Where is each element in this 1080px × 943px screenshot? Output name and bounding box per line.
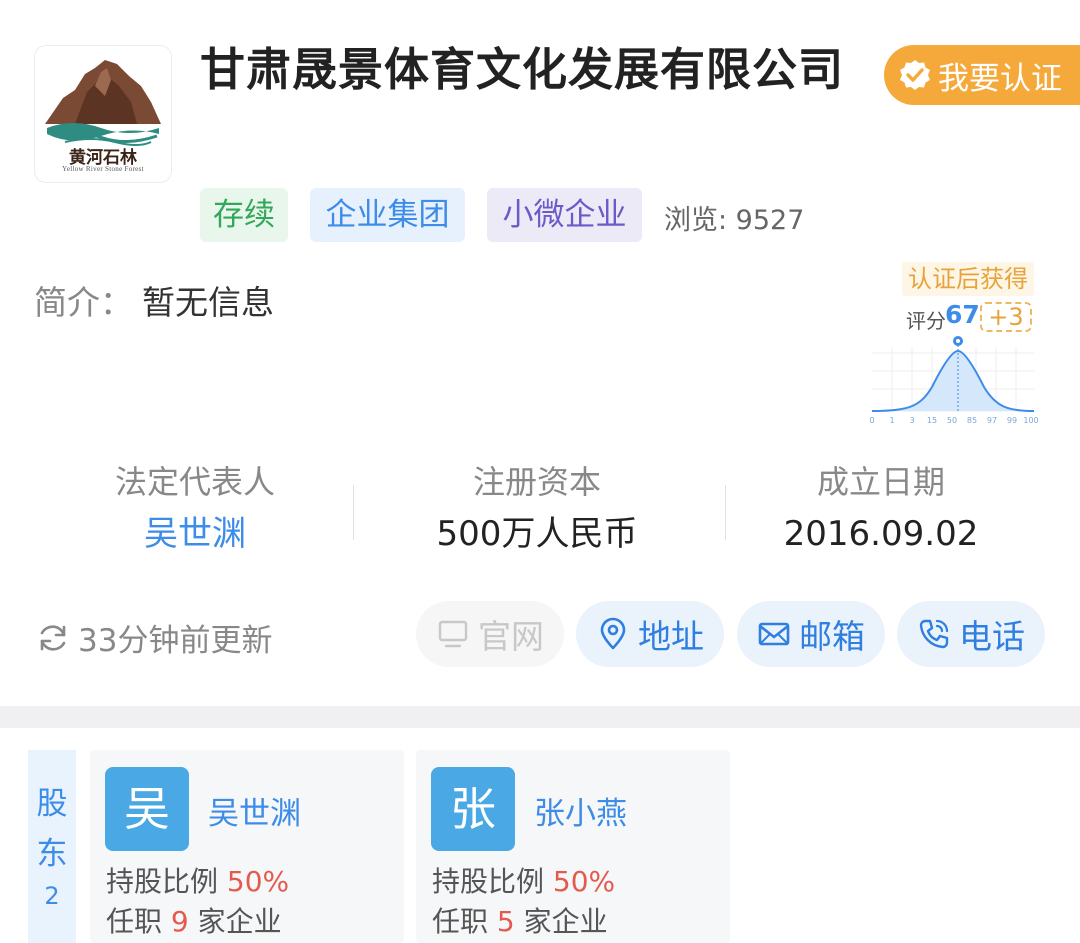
legal-rep-label: 法定代表人 (114, 463, 275, 501)
mail-icon (758, 622, 790, 646)
monitor-icon (438, 620, 468, 648)
shareholders-tab[interactable]: 股 东 2 (28, 750, 76, 943)
ratio-label: 持股比例 (432, 865, 545, 898)
info-capital: 注册资本 500万人民币 (372, 462, 702, 558)
jobs-prefix: 任职 (432, 905, 489, 938)
share-ratio: 持股比例 50% (432, 860, 615, 900)
jobs-prefix: 任职 (106, 905, 163, 938)
capital-value: 500万人民币 (436, 514, 638, 554)
address-label: 地址 (638, 617, 704, 656)
avatar: 张 (431, 767, 515, 851)
tick-85: 85 (967, 416, 977, 425)
phone-label: 电话 (959, 617, 1025, 656)
share-ratio: 持股比例 50% (106, 860, 289, 900)
ratio-label: 持股比例 (106, 865, 219, 898)
refresh-icon (40, 624, 66, 651)
location-pin-icon (600, 617, 626, 650)
verified-badge-icon (900, 60, 930, 90)
update-status[interactable]: 33分钟前更新 (36, 615, 272, 660)
website-button[interactable]: 官网 (416, 601, 564, 667)
tick-1: 1 (889, 416, 894, 425)
size-badge: 小微企业 (487, 188, 642, 242)
shareholders-title-2: 东 (36, 836, 68, 872)
intro-value: 暂无信息 (142, 283, 274, 322)
email-button[interactable]: 邮箱 (737, 601, 885, 667)
shareholder-name[interactable]: 张小燕 (534, 788, 627, 833)
certify-label: 我要认证 (938, 60, 1062, 97)
phone-icon (919, 619, 949, 649)
update-text: 33分钟前更新 (78, 623, 273, 659)
jobs-count: 5 (496, 905, 515, 938)
status-badge: 存续 (200, 188, 288, 242)
jobs-count: 9 (170, 905, 189, 938)
tick-97: 97 (987, 416, 997, 425)
shareholders-title-1: 股 (36, 786, 68, 822)
tick-15: 15 (927, 416, 937, 425)
tick-0: 0 (869, 416, 874, 425)
avatar: 吴 (105, 767, 189, 851)
email-label: 邮箱 (799, 617, 865, 656)
ratio-value: 50% (552, 865, 616, 898)
tick-100: 100 (1023, 416, 1038, 425)
intro-label: 简介： (34, 283, 133, 322)
score-distribution-chart[interactable]: 0 1 3 15 50 85 97 99 100 (868, 325, 1038, 425)
info-founded: 成立日期 2016.09.02 (716, 462, 1046, 558)
tick-50: 50 (947, 416, 957, 425)
view-count: 浏览: 9527 (664, 205, 805, 236)
founded-label: 成立日期 (816, 463, 945, 501)
ratio-value: 50% (226, 865, 290, 898)
company-logo: 黄河石林 Yellow River Stone Forest (34, 45, 172, 183)
address-button[interactable]: 地址 (576, 601, 724, 667)
shareholder-name[interactable]: 吴世渊 (208, 788, 301, 833)
score-tip[interactable]: 认证后获得 (902, 262, 1034, 296)
certify-button[interactable]: 我要认证 (884, 45, 1080, 105)
tick-99: 99 (1007, 416, 1017, 425)
group-badge: 企业集团 (310, 188, 465, 242)
stone-forest-mountain-icon (45, 60, 161, 146)
shareholders-count: 2 (44, 882, 60, 910)
jobs-suffix: 家企业 (523, 905, 608, 938)
jobs-suffix: 家企业 (197, 905, 282, 938)
company-name: 甘肃晟景体育文化发展有限公司 (200, 43, 845, 96)
shareholder-card[interactable]: 张 张小燕 持股比例 50% 任职 5 家企业 (416, 750, 730, 943)
jobs-info: 任职 9 家企业 (106, 900, 282, 940)
website-label: 官网 (478, 617, 544, 656)
divider (353, 485, 354, 540)
jobs-info: 任职 5 家企业 (432, 900, 608, 940)
shareholder-card[interactable]: 吴 吴世渊 持股比例 50% 任职 9 家企业 (90, 750, 404, 943)
logo-subtext: Yellow River Stone Forest (62, 165, 144, 173)
tick-3: 3 (909, 416, 914, 425)
info-legal-rep: 法定代表人 吴世渊 (30, 462, 360, 558)
founded-value: 2016.09.02 (783, 514, 979, 554)
phone-button[interactable]: 电话 (897, 601, 1045, 667)
legal-rep-link[interactable]: 吴世渊 (30, 510, 360, 558)
capital-label: 注册资本 (472, 463, 601, 501)
section-divider (0, 706, 1080, 728)
